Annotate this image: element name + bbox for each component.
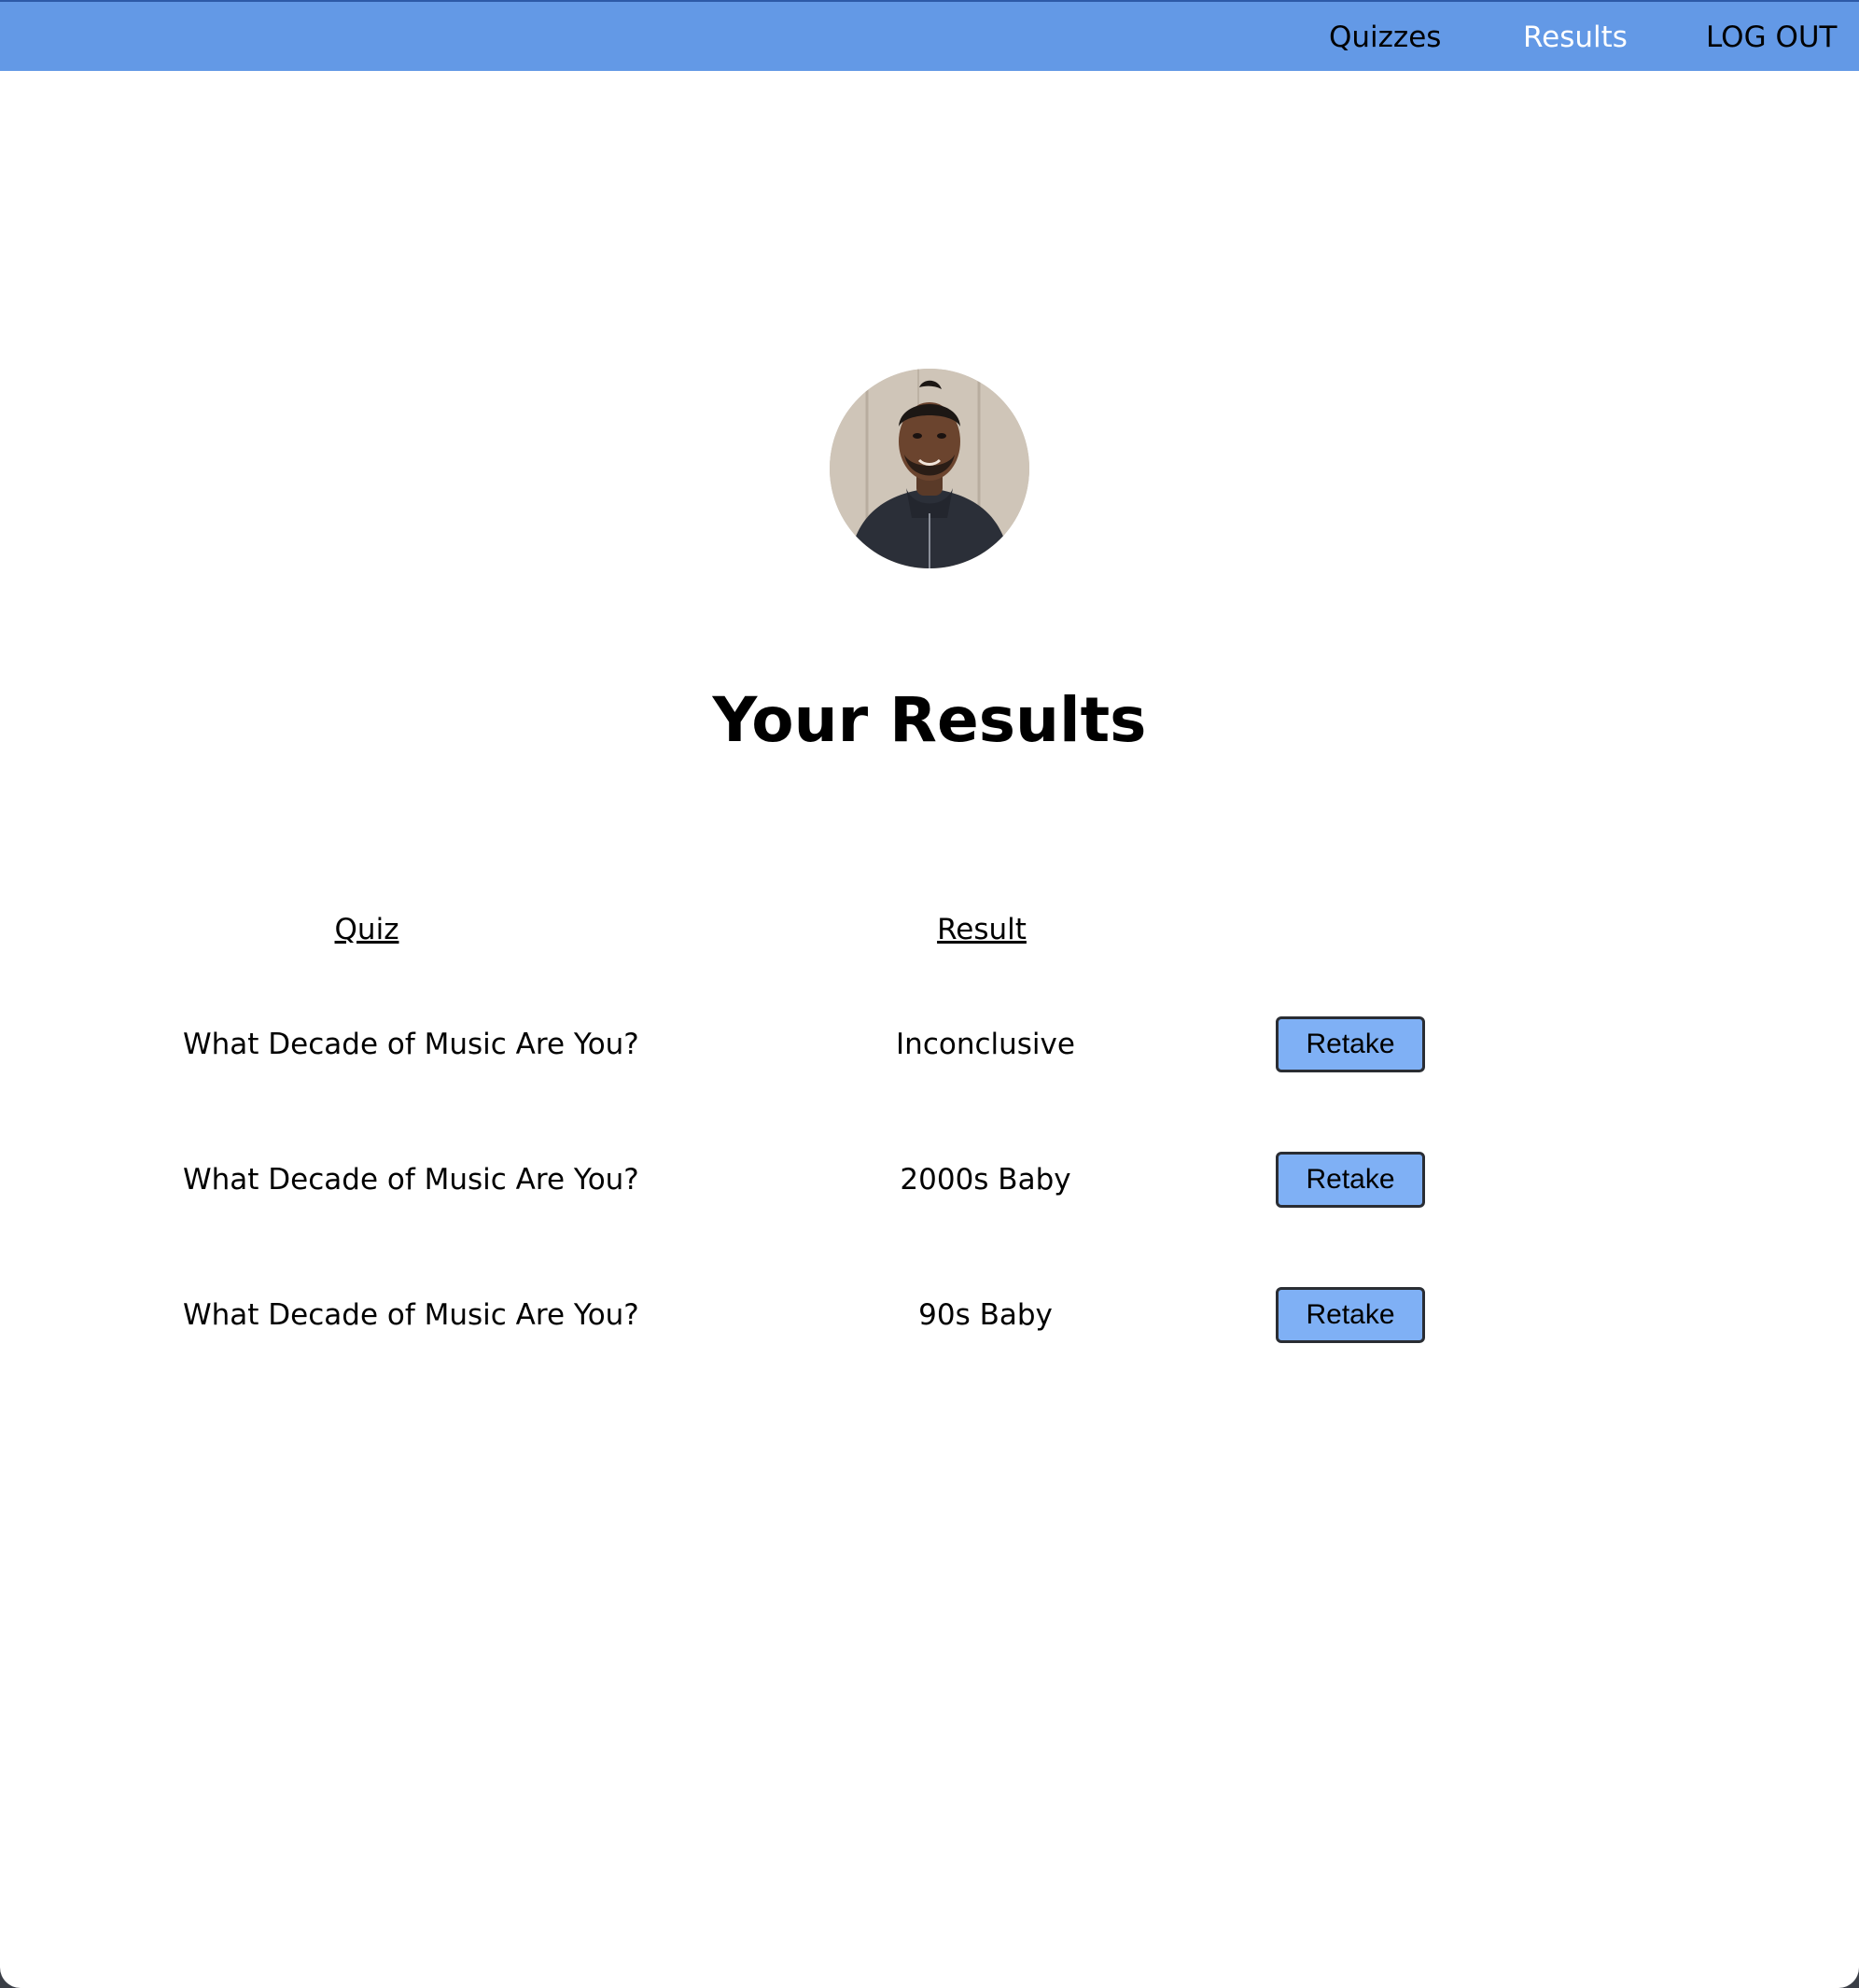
- table-row: What Decade of Music Are You? 2000s Baby…: [0, 1152, 1859, 1217]
- column-header-quiz: Quiz: [334, 913, 399, 946]
- nav-link-quizzes[interactable]: Quizzes: [1329, 19, 1441, 56]
- retake-button[interactable]: Retake: [1276, 1287, 1425, 1343]
- avatar: [830, 369, 1029, 568]
- quiz-result: Inconclusive: [896, 1028, 1075, 1061]
- quiz-result: 90s Baby: [918, 1298, 1053, 1332]
- nav-link-logout[interactable]: LOG OUT: [1706, 19, 1837, 56]
- table-row: What Decade of Music Are You? 90s Baby R…: [0, 1287, 1859, 1352]
- nav-link-results[interactable]: Results: [1523, 19, 1628, 56]
- quiz-result: 2000s Baby: [900, 1163, 1071, 1197]
- page-title: Your Results: [712, 684, 1147, 756]
- app-window: Quizzes Results LOG OUT Your Results Qui…: [0, 0, 1859, 1988]
- column-header-result: Result: [937, 913, 1027, 946]
- quiz-name: What Decade of Music Are You?: [183, 1028, 639, 1061]
- retake-button[interactable]: Retake: [1276, 1016, 1425, 1072]
- retake-button[interactable]: Retake: [1276, 1152, 1425, 1208]
- quiz-name: What Decade of Music Are You?: [183, 1163, 639, 1197]
- user-photo-icon: [830, 369, 1029, 568]
- table-row: What Decade of Music Are You? Inconclusi…: [0, 1016, 1859, 1082]
- quiz-name: What Decade of Music Are You?: [183, 1298, 639, 1332]
- top-navbar: Quizzes Results LOG OUT: [0, 0, 1859, 71]
